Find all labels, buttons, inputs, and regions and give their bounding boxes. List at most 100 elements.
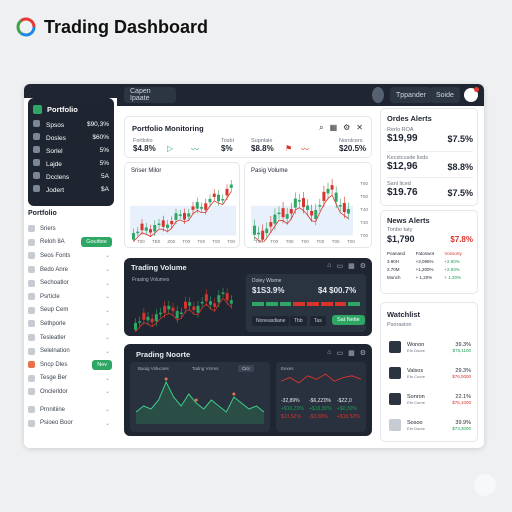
sidebar-item[interactable]: Dcclens 5A xyxy=(33,170,109,183)
chat-icon[interactable]: ▭ xyxy=(336,262,343,270)
item-icon xyxy=(33,185,40,192)
change-value: +$19,30% xyxy=(309,406,332,412)
candle-body xyxy=(269,222,273,227)
watchlist-row[interactable]: Sosoo Efn Doore 39.9% $73,3000 xyxy=(389,413,471,437)
sidebar-item-label: Bedo Anre xyxy=(40,266,69,273)
alert-row[interactable]: Rerlo ROA $19,99 $7.5% xyxy=(387,127,473,144)
candle-body xyxy=(322,191,326,201)
candle-body xyxy=(153,224,157,232)
settings-icon[interactable]: ⚙ xyxy=(360,349,366,357)
candle-body xyxy=(277,212,281,215)
sidebar-item-label: Psioeo Boor xyxy=(40,420,73,427)
sidebar-item[interactable]: Bedo Anre ⌄ xyxy=(28,263,114,277)
sidebar-item[interactable]: Seup Cem ⌄ xyxy=(28,304,114,318)
row-pct: 39.3% xyxy=(455,341,471,348)
metric: Supnlale $8.8% xyxy=(251,138,274,153)
tppander-button[interactable]: Tppander xyxy=(390,87,432,103)
chevron-down-icon: ⌄ xyxy=(104,294,110,301)
row-pct: 39.9% xyxy=(455,419,471,426)
sidebar: Portfolio Spsos $90,3% Dosles $60% Sorlel 5… xyxy=(24,98,117,448)
help-button[interactable] xyxy=(474,474,496,496)
candle-body xyxy=(196,305,200,313)
candle-body xyxy=(285,214,289,219)
chevron-down-icon: ⌄ xyxy=(104,375,110,382)
sidebar-item[interactable]: Sncp Dles Nev xyxy=(28,358,114,372)
news-value: $1,790 xyxy=(387,234,415,244)
sidebar-item[interactable]: Spsos $90,3% xyxy=(33,118,109,131)
calendar-icon[interactable]: ▦ xyxy=(330,123,338,133)
table-cell: +3,096% xyxy=(415,259,434,264)
candle-body xyxy=(225,188,229,196)
status-badge[interactable]: Gouittee xyxy=(81,237,112,248)
candle-body xyxy=(326,188,330,194)
sidebar-item[interactable]: Tesleatler ⌄ xyxy=(28,331,114,345)
candle-body xyxy=(318,205,322,207)
x-tick: T00 xyxy=(331,239,340,244)
filter-chip[interactable]: Cicr xyxy=(238,365,254,372)
sidebar-item[interactable]: Prnnitiine ⌄ xyxy=(28,403,114,417)
sidebar-item[interactable]: Sorlel 5% xyxy=(33,144,109,157)
sidebar-item[interactable]: Sechoatlor ⌄ xyxy=(28,276,114,290)
settings-icon[interactable]: ⚙ xyxy=(360,262,366,270)
sidebar-item[interactable]: Selelnation ⌄ xyxy=(28,344,114,358)
sidebar-dark-panel: Portfolio Spsos $90,3% Dosles $60% Sorlel 5… xyxy=(28,98,114,206)
sidebar-item[interactable]: Sriers xyxy=(28,222,114,236)
sidebar-section-title: Portfolio xyxy=(28,210,57,217)
notification-icon[interactable] xyxy=(464,87,479,102)
set-notice-button[interactable]: Sat Netie xyxy=(332,315,365,325)
search-input[interactable]: Capen Ipaate xyxy=(124,87,176,103)
change-value: $13,5Z% xyxy=(281,414,302,420)
x-tick: T00 xyxy=(197,239,206,244)
chevron-down-icon: ⌄ xyxy=(104,307,110,314)
sidebar-item[interactable]: Onclerldor ⌄ xyxy=(28,385,114,399)
sparkline xyxy=(280,373,362,384)
chart-title: Sriser Milor xyxy=(131,168,162,174)
candle-body xyxy=(229,184,233,188)
expand-icon[interactable]: ⌂ xyxy=(327,349,331,357)
item-icon xyxy=(33,146,40,153)
new-badge[interactable]: Nev xyxy=(92,359,112,370)
candle-body xyxy=(183,212,186,220)
item-icon xyxy=(28,419,35,427)
alert-row[interactable]: Kecstcusde lisds $12,96 $8.8% xyxy=(387,151,473,172)
alert-value: $19.76 xyxy=(387,187,418,198)
sidebar-item-value: $60% xyxy=(92,134,109,141)
alert-row[interactable]: Sanl liced $19.76 $7.5% xyxy=(387,177,473,198)
sidebar-item[interactable]: Jodert $A xyxy=(33,183,109,196)
x-tick: T00 xyxy=(285,239,294,244)
sidebar-item[interactable]: Sethporle ⌄ xyxy=(28,317,114,331)
trend-down-icon: 〰 xyxy=(301,145,309,154)
calendar-icon[interactable]: ▦ xyxy=(348,262,355,270)
candle-body xyxy=(338,205,342,207)
soide-button[interactable]: Soide xyxy=(430,87,460,103)
sidebar-item[interactable]: Seos Fonts ⌄ xyxy=(28,249,114,263)
candle-body xyxy=(195,202,199,209)
sidebar-item[interactable]: Reloh 8A Gouittee xyxy=(28,236,114,250)
price-panel: Doley Wisme $1S3.9% $4 $00.7% Noneasdian… xyxy=(246,274,366,332)
close-icon[interactable]: ✕ xyxy=(356,123,363,133)
filter-chip[interactable]: Tbb xyxy=(290,316,307,326)
sidebar-item-value: 5A xyxy=(101,173,109,180)
sidebar-item[interactable]: Dosles $60% xyxy=(33,131,109,144)
sidebar-item[interactable]: Psioeo Boor ⌄ xyxy=(28,416,114,430)
watchlist-row[interactable]: Sonron Efn Corne 22.1% $76,1000 xyxy=(389,387,471,411)
chat-icon[interactable]: ▭ xyxy=(336,349,343,357)
sidebar-item[interactable]: Tesge Ber ⌄ xyxy=(28,372,114,386)
filter-chip[interactable]: Noneasdiane xyxy=(252,316,290,326)
search-icon[interactable]: ⌕ xyxy=(319,123,323,133)
watchlist-row[interactable]: Wonon Efn Doore 39.3% $75,1100 xyxy=(389,335,471,359)
filter-chip[interactable]: Tas xyxy=(310,316,326,326)
sidebar-item[interactable]: Psrticle ⌄ xyxy=(28,290,114,304)
sidebar-item[interactable]: Lajde 5% xyxy=(33,157,109,170)
item-icon xyxy=(28,279,35,287)
expand-icon[interactable]: ⌂ xyxy=(327,262,331,270)
table-header: Poanand xyxy=(387,251,406,256)
alert-icon: ⚑ xyxy=(285,144,293,153)
candle-body xyxy=(257,232,261,235)
calendar-icon[interactable]: ▦ xyxy=(348,349,355,357)
avatar[interactable] xyxy=(372,87,384,103)
sidebar-item-label: Sethporle xyxy=(40,320,66,327)
candle-body xyxy=(142,312,146,320)
settings-icon[interactable]: ⚙ xyxy=(343,123,350,133)
watchlist-row[interactable]: Valsos Efn Coore 29.3% $76,0000 xyxy=(389,361,471,385)
